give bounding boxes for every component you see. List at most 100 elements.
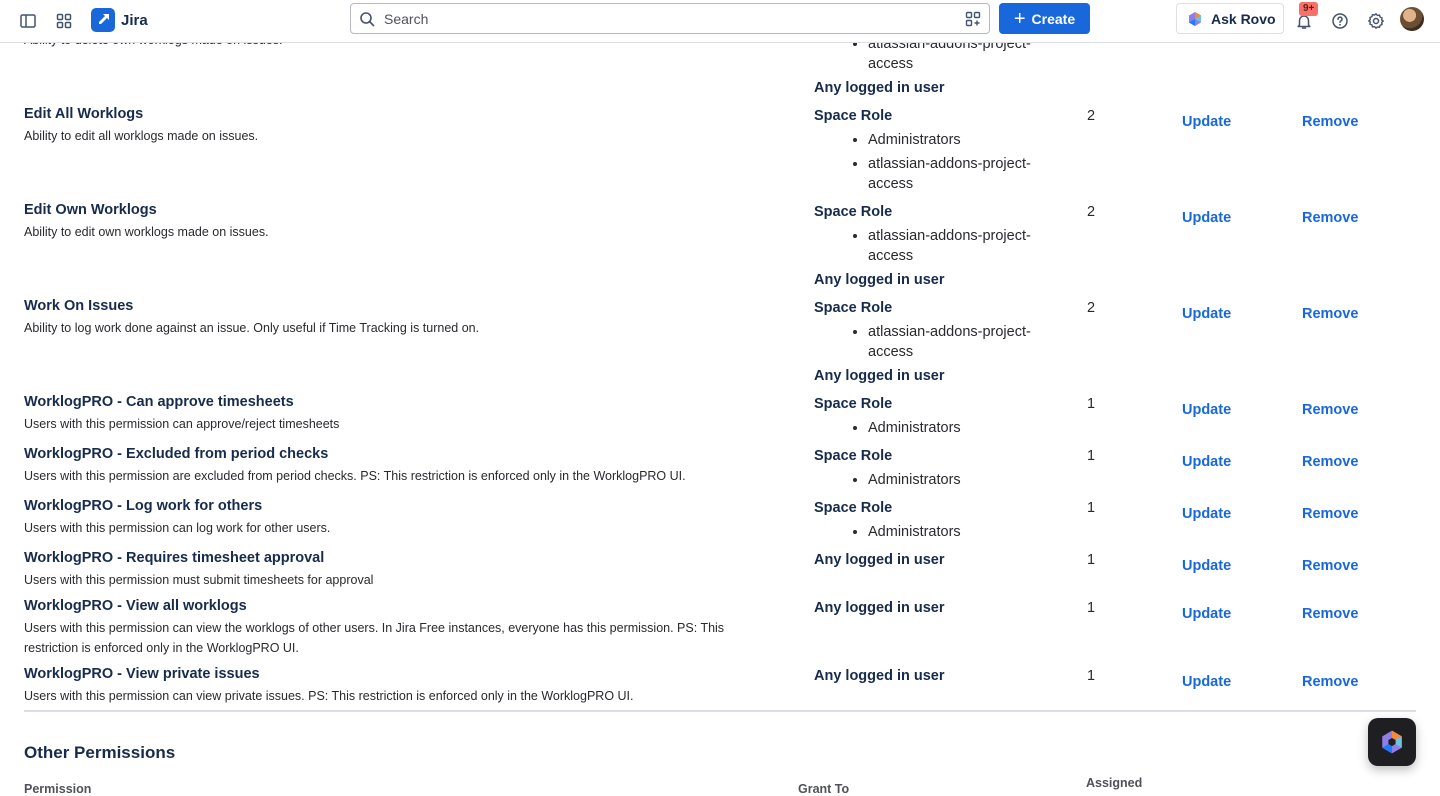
update-link[interactable]: Update [1182, 452, 1231, 472]
ask-rovo-button[interactable]: Ask Rovo [1176, 3, 1284, 34]
permission-name: Work On Issues [24, 298, 134, 314]
notification-badge: 9+ [1299, 2, 1319, 16]
remove-link[interactable]: Remove [1302, 556, 1358, 576]
grant-cell: Space Role atlassian-addons-project-acce… [814, 202, 1074, 290]
update-link[interactable]: Update [1182, 604, 1231, 624]
update-link[interactable]: Update [1182, 672, 1231, 692]
search-icon [359, 10, 377, 28]
grant-cell: Space Role Administrators [814, 498, 1074, 546]
other-permissions-title: Other Permissions [24, 743, 176, 762]
grant-cell: Space Role Administrators [814, 446, 1074, 494]
grant-list-item: atlassian-addons-project-access [868, 226, 1058, 266]
remove-link[interactable]: Remove [1302, 604, 1358, 624]
grant-tail: Any logged in user [814, 80, 945, 96]
update-link[interactable]: Update [1182, 208, 1231, 228]
grant-title: Any logged in user [814, 600, 945, 616]
grant-cell: Any logged in user [814, 666, 1074, 690]
permission-name: WorklogPRO - View private issues [24, 666, 260, 682]
remove-link[interactable]: Remove [1302, 208, 1358, 228]
assigned-count: 1 [1087, 600, 1096, 616]
assigned-count: 1 [1087, 552, 1096, 568]
top-navigation-bar: Jira Search + Create Ask Rovo 9+ [0, 0, 1440, 43]
search-input[interactable]: Search [350, 3, 990, 34]
column-header-permission: Permission [24, 782, 92, 796]
app-name: Jira [121, 11, 148, 29]
grant-list: Administrators [814, 470, 1074, 490]
rovo-chat-button[interactable] [1368, 718, 1416, 766]
app-switcher-icon[interactable] [52, 9, 76, 33]
plus-icon: + [1013, 7, 1026, 30]
permission-name: Edit Own Worklogs [24, 202, 157, 218]
grant-cell: Space Role Administrators [814, 394, 1074, 442]
permission-description: Users with this permission can log work … [24, 521, 331, 535]
permission-name: WorklogPRO - Log work for others [24, 498, 263, 514]
grant-list: atlassian-addons-project-access [814, 226, 1074, 266]
assigned-count: 2 [1087, 300, 1096, 316]
update-link[interactable]: Update [1182, 304, 1231, 324]
grant-list: Administrators atlassian-addons-project-a… [814, 130, 1074, 194]
permission-description: Users with this permission can view priv… [24, 689, 634, 703]
assigned-count: 2 [1087, 108, 1096, 124]
grant-title: Space Role [814, 300, 893, 316]
permission-description: Ability to edit own worklogs made on iss… [24, 225, 269, 239]
assigned-count: 1 [1087, 448, 1096, 464]
jira-home-link[interactable]: Jira [91, 6, 148, 34]
user-avatar[interactable] [1400, 7, 1424, 31]
assigned-count: 1 [1087, 668, 1096, 684]
permission-name: WorklogPRO - Excluded from period checks [24, 446, 329, 462]
permissions-content: Ability to delete own worklogs made on i… [0, 0, 1440, 796]
ask-rovo-label: Ask Rovo [1211, 10, 1276, 27]
remove-link[interactable]: Remove [1302, 504, 1358, 524]
grant-list: atlassian-addons-project-access [814, 322, 1074, 362]
permission-name: Edit All Worklogs [24, 106, 144, 122]
permission-description: Ability to log work done against an issu… [24, 321, 480, 335]
remove-link[interactable]: Remove [1302, 672, 1358, 692]
update-link[interactable]: Update [1182, 112, 1231, 132]
grant-list-item: Administrators [868, 418, 1058, 438]
assigned-count: 1 [1087, 500, 1096, 516]
remove-link[interactable]: Remove [1302, 112, 1358, 132]
grant-cell: Any logged in user [814, 598, 1074, 622]
column-header-grant-to: Grant To [798, 782, 850, 796]
grant-cell: atlassian-addons-project-access Any logg… [814, 34, 1074, 98]
grant-list: Administrators [814, 418, 1074, 438]
jira-logo-icon [91, 8, 115, 32]
grant-title: Space Role [814, 204, 893, 220]
remove-link[interactable]: Remove [1302, 304, 1358, 324]
grant-title: Any logged in user [814, 552, 945, 568]
permission-description: Ability to edit all worklogs made on iss… [24, 129, 259, 143]
grant-list-item: Administrators [868, 470, 1058, 490]
grant-title: Space Role [814, 396, 893, 412]
update-link[interactable]: Update [1182, 400, 1231, 420]
permission-name: WorklogPRO - View all worklogs [24, 598, 247, 614]
grant-tail: Any logged in user [814, 368, 945, 384]
search-filters-icon[interactable] [964, 10, 982, 28]
help-icon[interactable] [1328, 9, 1352, 33]
grant-list-item: atlassian-addons-project-access [868, 322, 1058, 362]
section-divider [24, 710, 1416, 712]
permission-description: Users with this permission can view the … [24, 621, 725, 655]
search-placeholder: Search [384, 10, 429, 27]
grant-tail: Any logged in user [814, 272, 945, 288]
remove-link[interactable]: Remove [1302, 400, 1358, 420]
grant-list-item: Administrators [868, 130, 1058, 150]
assigned-count: 1 [1087, 396, 1096, 412]
settings-gear-icon[interactable] [1364, 9, 1388, 33]
grant-cell: Any logged in user [814, 550, 1074, 574]
permission-name: WorklogPRO - Can approve timesheets [24, 394, 294, 410]
rovo-icon [1382, 730, 1402, 754]
remove-link[interactable]: Remove [1302, 452, 1358, 472]
grant-title: Space Role [814, 500, 893, 516]
update-link[interactable]: Update [1182, 504, 1231, 524]
create-label: Create [1031, 10, 1076, 27]
grant-title: Space Role [814, 108, 893, 124]
create-button[interactable]: + Create [999, 3, 1090, 34]
sidebar-toggle-icon[interactable] [16, 9, 40, 33]
grant-cell: Space Role atlassian-addons-project-acce… [814, 298, 1074, 386]
rovo-icon [1189, 11, 1201, 26]
permission-name: WorklogPRO - Requires timesheet approval [24, 550, 325, 566]
grant-list-item: Administrators [868, 522, 1058, 542]
assigned-count: 2 [1087, 204, 1096, 220]
column-header-assigned: Assigned [1086, 776, 1143, 790]
update-link[interactable]: Update [1182, 556, 1231, 576]
